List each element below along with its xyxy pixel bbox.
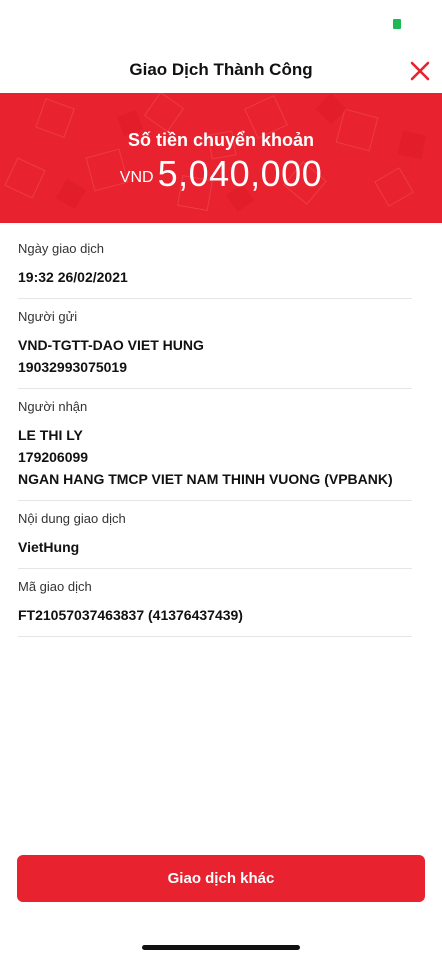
amount-currency: VND <box>119 169 154 186</box>
recipient-name: LE THI LY <box>18 427 83 443</box>
close-button[interactable] <box>407 58 433 84</box>
content-value: VietHung <box>18 539 80 555</box>
detail-row-content: Nội dung giao dịch VietHung <box>18 510 412 569</box>
amount-value: 5,040,000 <box>157 153 323 194</box>
transaction-id-value: FT21057037463837 (41376437439) <box>18 607 243 623</box>
status-bar <box>0 0 442 40</box>
detail-row-date: Ngày giao dịch 19:32 26/02/2021 <box>18 240 412 299</box>
date-label: Ngày giao dịch <box>18 241 104 256</box>
home-indicator[interactable] <box>142 945 300 950</box>
page-title: Giao Dịch Thành Công <box>129 60 313 79</box>
amount-label: Số tiền chuyển khoản <box>127 130 315 150</box>
sender-name: VND-TGTT-DAO VIET HUNG <box>18 337 204 353</box>
close-icon <box>410 61 430 81</box>
recipient-label: Người nhận <box>18 399 88 414</box>
content-label: Nội dung giao dịch <box>18 511 126 526</box>
other-transaction-button[interactable]: Giao dịch khác <box>17 855 425 902</box>
recipient-bank: NGAN HANG TMCP VIET NAM THINH VUONG (VPB… <box>18 471 393 487</box>
battery-icon <box>393 19 401 29</box>
transfer-success-screen: Giao Dịch Thành Công Số tiền chuyển khoả… <box>0 0 442 960</box>
sender-account: 19032993075019 <box>18 359 128 375</box>
detail-row-transaction-id: Mã giao dịch FT21057037463837 (413764374… <box>18 578 412 637</box>
date-value: 19:32 26/02/2021 <box>18 269 128 285</box>
transaction-id-label: Mã giao dịch <box>18 579 92 594</box>
amount-banner: Số tiền chuyển khoản VND 5,040,000 <box>0 93 442 223</box>
header: Giao Dịch Thành Công <box>0 48 442 92</box>
transaction-details: Ngày giao dịch 19:32 26/02/2021 Người gử… <box>18 232 412 646</box>
detail-row-sender: Người gửi VND-TGTT-DAO VIET HUNG 1903299… <box>18 308 412 389</box>
amount-display: VND 5,040,000 <box>0 153 442 195</box>
sender-label: Người gửi <box>18 309 78 324</box>
detail-row-recipient: Người nhận LE THI LY 179206099 NGAN HANG… <box>18 398 412 501</box>
recipient-account: 179206099 <box>18 449 89 465</box>
